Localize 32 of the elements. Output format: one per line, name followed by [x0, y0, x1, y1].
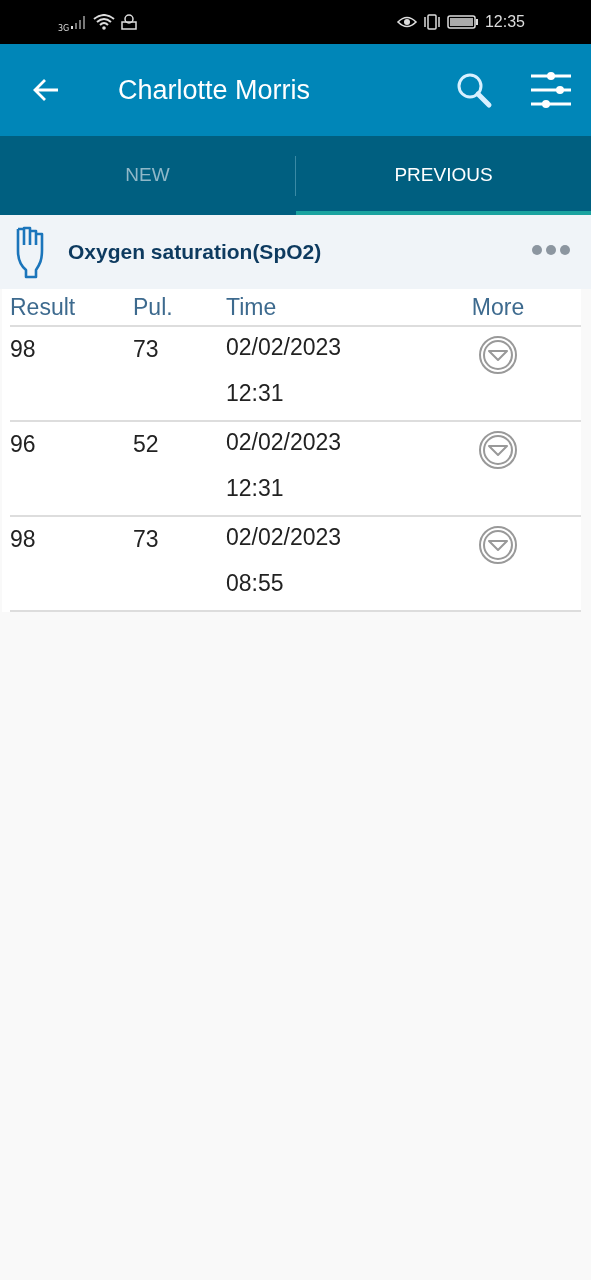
clock: 12:35 — [484, 13, 525, 31]
table-cell-text: 73 — [133, 525, 160, 554]
filter-sliders-icon[interactable] — [531, 72, 571, 108]
table-cell-text: 52 — [133, 430, 160, 459]
table-cell-text: 98 — [10, 335, 37, 364]
column-header: Pul. — [133, 293, 174, 321]
table-cell-text: 98 — [10, 525, 37, 554]
date-text: 02/02/2023 — [226, 523, 343, 552]
back-arrow-icon[interactable] — [32, 78, 60, 102]
vibrate-icon — [422, 14, 441, 30]
app-bar-title: Charlotte Morris — [118, 74, 312, 106]
time-text: 12:31 — [226, 474, 285, 503]
time-text: 08:55 — [226, 569, 285, 598]
signal-icon — [71, 15, 88, 29]
search-icon[interactable] — [455, 71, 493, 109]
expand-icon[interactable] — [478, 335, 518, 375]
more-dots-icon[interactable] — [531, 244, 571, 256]
battery-icon — [446, 15, 479, 29]
network-label: 3G — [58, 23, 70, 33]
date-text: 02/02/2023 — [226, 333, 343, 362]
expand-icon[interactable] — [478, 430, 518, 470]
expand-icon[interactable] — [478, 525, 518, 565]
table-cell-text: 96 — [10, 430, 37, 459]
column-header: More — [470, 293, 526, 321]
time-text: 12:31 — [226, 379, 285, 408]
column-header: Time — [226, 293, 278, 321]
section-title: Oxygen saturation(SpO2) — [68, 240, 323, 264]
date-text: 02/02/2023 — [226, 428, 343, 457]
wifi-icon — [93, 14, 116, 30]
eye-icon — [396, 15, 417, 29]
table-cell-text: 73 — [133, 335, 160, 364]
column-header: Result — [10, 293, 77, 321]
